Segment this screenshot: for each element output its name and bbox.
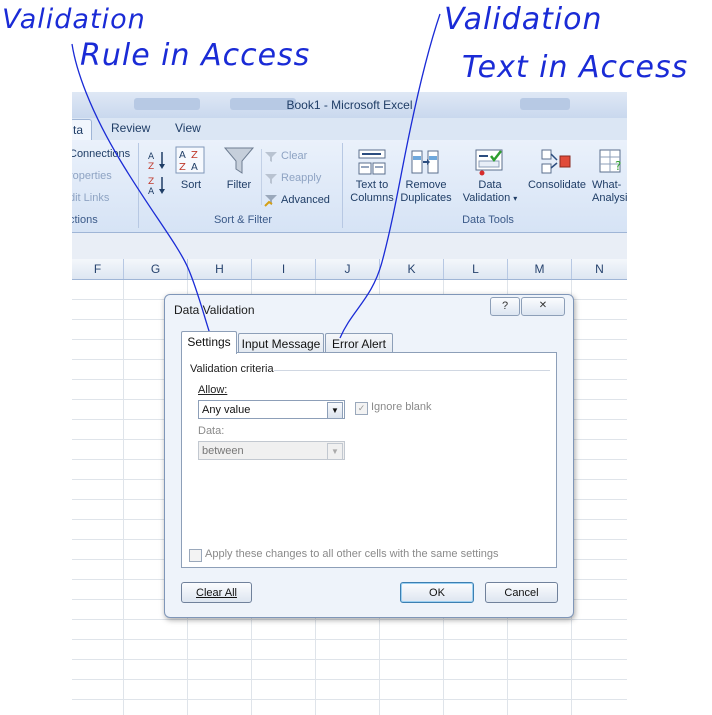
arrow-to-error-alert-tab — [339, 13, 441, 339]
annotation-validation-right: Validation — [444, 2, 603, 37]
annotation-text-in-access: Text in Access — [462, 50, 689, 85]
annotation-rule-in-access: Rule in Access — [80, 38, 311, 73]
annotation-arrows — [71, 13, 441, 341]
tab-settings[interactable]: Settings — [181, 331, 237, 354]
annotation-validation-left: Validation — [2, 4, 146, 35]
arrow-to-settings-tab — [71, 43, 213, 341]
